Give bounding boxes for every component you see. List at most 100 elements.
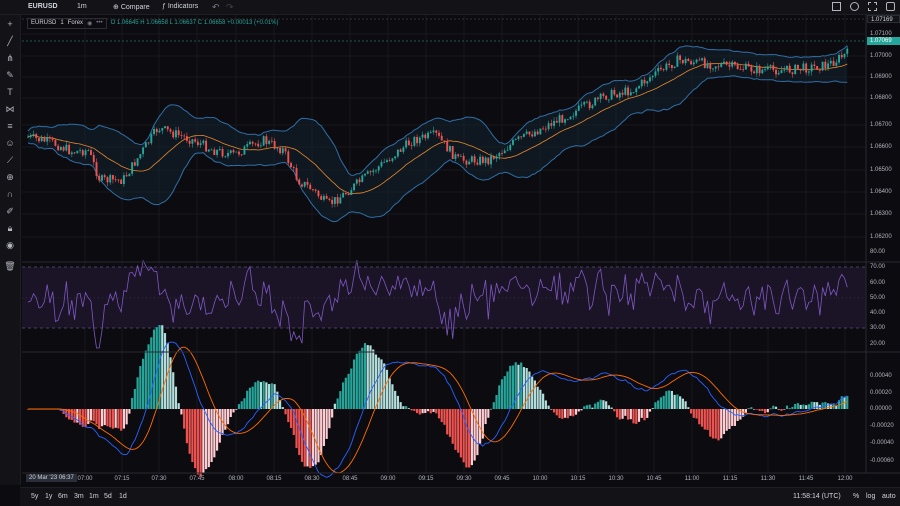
macd-histogram-bar	[763, 409, 767, 414]
macd-histogram-bar	[435, 409, 438, 414]
time-label: 10:00	[532, 476, 548, 482]
macd-histogram-bar	[487, 409, 490, 418]
macd-histogram-bar	[624, 409, 627, 416]
candle-body	[320, 196, 323, 200]
macd-histogram-bar	[703, 409, 706, 430]
candle-body	[635, 88, 638, 93]
macd-histogram-bar	[111, 409, 115, 429]
candle-body	[73, 152, 76, 154]
candle-body	[383, 162, 386, 163]
macd-histogram-bar	[769, 408, 772, 410]
candle-body	[290, 163, 292, 168]
macd-histogram-bar	[199, 409, 202, 477]
macd-histogram-bar	[268, 384, 271, 409]
candle-body	[676, 55, 679, 67]
candle-body	[158, 130, 161, 133]
range-6m[interactable]: 6m	[58, 493, 68, 500]
chart-canvas[interactable]	[0, 0, 900, 505]
macd-histogram-bar	[785, 405, 789, 409]
candle-body	[353, 183, 356, 191]
candle-body	[517, 136, 520, 139]
candle-body	[588, 101, 591, 109]
candle-body	[506, 149, 509, 151]
macd-histogram-bar	[802, 404, 805, 409]
candle-body	[421, 134, 424, 138]
candle-body	[780, 70, 783, 74]
rsi-band	[22, 267, 866, 328]
auto-toggle[interactable]: auto	[882, 493, 896, 500]
price-axis[interactable]: 1.07100 1.07000 1.06900 1.06800 1.06700 1.066…	[867, 15, 900, 473]
candle-body	[153, 128, 155, 135]
symbol-legend: EURUSD 1 Forex ◉ ••• O 1.06645 H 1.06658…	[27, 17, 279, 29]
candle-body	[509, 144, 512, 150]
candle-body	[344, 193, 347, 195]
macd-histogram-bar	[687, 407, 690, 409]
candle-body	[766, 66, 769, 70]
candle-body	[38, 138, 40, 142]
macd-histogram-bar	[635, 409, 638, 424]
macd-histogram-bar	[816, 402, 819, 409]
macd-histogram-bar	[555, 409, 558, 416]
macd-histogram-bar	[747, 408, 750, 410]
candle-body	[259, 145, 262, 147]
macd-histogram-bar	[599, 399, 602, 409]
candle-body	[32, 134, 35, 136]
candle-body	[586, 101, 588, 103]
macd-histogram-bar	[437, 409, 441, 419]
range-1m[interactable]: 1m	[89, 493, 99, 500]
candle-body	[120, 179, 123, 184]
macd-histogram-bar	[580, 409, 583, 411]
candle-body	[733, 61, 736, 65]
macd-histogram-bar	[476, 409, 479, 456]
more-icon[interactable]: •••	[96, 20, 102, 26]
range-5y[interactable]: 5y	[31, 493, 38, 500]
candle-body	[240, 154, 243, 156]
macd-histogram-bar	[689, 409, 693, 414]
macd-histogram-bar	[616, 409, 619, 418]
macd-histogram-bar	[185, 409, 189, 444]
candle-body	[747, 63, 750, 67]
macd-histogram-bar	[547, 405, 550, 409]
range-1d[interactable]: 1d	[119, 493, 127, 500]
candle-body	[638, 86, 640, 89]
macd-histogram-bar	[174, 386, 178, 409]
macd-histogram-bar	[89, 409, 93, 421]
macd-histogram-bar	[424, 409, 427, 413]
candle-body	[572, 115, 575, 117]
macd-histogram-bar	[709, 409, 712, 437]
candle-body	[298, 179, 301, 185]
candle-body	[410, 145, 413, 147]
percent-toggle[interactable]: %	[853, 493, 859, 500]
log-toggle[interactable]: log	[866, 493, 875, 500]
candle-body	[476, 162, 479, 165]
candle-body	[712, 68, 714, 70]
candle-body	[607, 99, 610, 101]
macd-histogram-bar	[607, 405, 610, 409]
candle-body	[484, 157, 487, 163]
macd-histogram-bar	[429, 409, 432, 414]
candle-body	[525, 131, 528, 134]
candle-body	[147, 142, 150, 144]
macd-histogram-bar	[610, 407, 613, 409]
candle-body	[490, 156, 493, 165]
macd-histogram-bar	[443, 409, 446, 425]
candle-body	[372, 170, 375, 173]
price-label: 1.06700	[870, 122, 892, 128]
candle-body	[175, 130, 177, 138]
candle-body	[432, 130, 435, 133]
macd-histogram-bar	[163, 333, 167, 409]
candle-body	[547, 123, 550, 129]
candle-body	[744, 63, 747, 70]
macd-histogram-bar	[243, 398, 246, 409]
macd-histogram-bar	[213, 409, 216, 458]
range-5d[interactable]: 5d	[104, 493, 112, 500]
time-label: 10:45	[646, 476, 662, 482]
legend-symbol-box[interactable]: EURUSD 1 Forex ◉ •••	[27, 17, 107, 29]
eye-icon[interactable]: ◉	[87, 20, 92, 27]
time-label: 09:45	[494, 476, 510, 482]
range-3m[interactable]: 3m	[74, 493, 84, 500]
range-1y[interactable]: 1y	[45, 493, 52, 500]
macd-histogram-bar	[651, 408, 654, 409]
time-label: 10:30	[608, 476, 624, 482]
legend-market: Forex	[67, 20, 84, 26]
